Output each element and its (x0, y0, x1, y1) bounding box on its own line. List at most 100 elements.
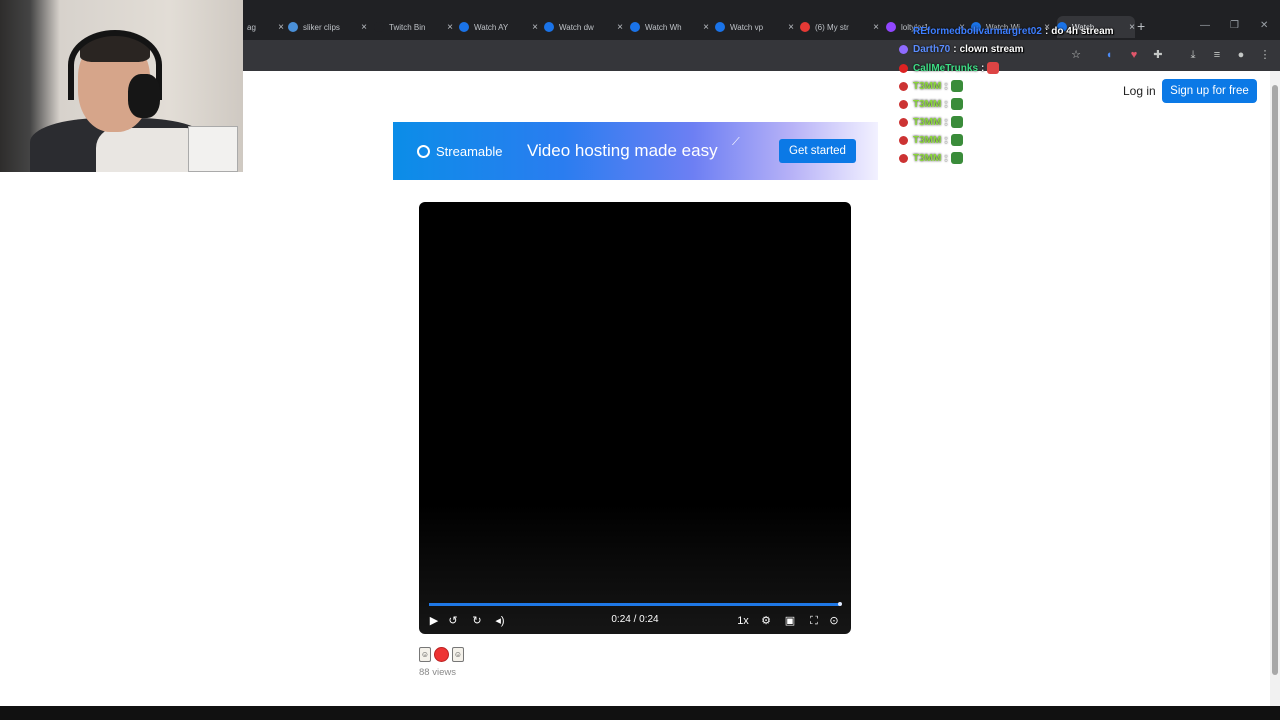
streamable-logo-icon (417, 145, 430, 158)
bookmark-star-icon[interactable]: ☆ (1069, 48, 1083, 62)
signup-button[interactable]: Sign up for free (1162, 79, 1257, 103)
browser-tab[interactable]: ag × (247, 16, 284, 38)
browser-menu-icon[interactable]: ⋮ (1258, 48, 1272, 62)
tab-close-icon[interactable]: × (1129, 22, 1135, 33)
progress-bar[interactable] (429, 603, 840, 606)
profile-avatar-icon[interactable]: ● (1234, 48, 1248, 62)
progress-bar-fill (429, 603, 840, 606)
chat-emote-icon (950, 134, 963, 146)
browser-tab[interactable]: Watch Wh × (630, 16, 709, 38)
reaction-emotes: ☺ ☺ (419, 647, 464, 662)
tab-close-icon[interactable]: × (617, 22, 623, 33)
chat-text: do 4h stream (1051, 26, 1114, 37)
tab-close-icon[interactable]: × (873, 22, 879, 33)
tab-close-icon[interactable]: × (788, 22, 794, 33)
browser-tab[interactable]: Watch dw × (544, 16, 623, 38)
chat-username: T3MM (913, 134, 942, 146)
extension-heart-icon[interactable]: ♥ (1127, 48, 1141, 62)
new-tab-button[interactable]: + (1137, 18, 1151, 34)
tab-favicon-icon (886, 22, 896, 32)
chat-message: REformedbolivarmargret02: do 4h stream (913, 26, 1114, 37)
chat-text: clown stream (959, 44, 1024, 55)
emote-icon (434, 647, 449, 662)
chat-separator: : (944, 152, 948, 164)
tab-favicon-icon (288, 22, 298, 32)
chat-badge-icon (899, 63, 908, 73)
chat-separator: : (944, 80, 948, 92)
tab-close-icon[interactable]: × (361, 22, 367, 33)
promo-banner[interactable]: Streamable Video hosting made easy ⟋ Get… (393, 122, 878, 180)
tab-favicon-icon (800, 22, 810, 32)
download-icon[interactable]: ⤓ (1186, 48, 1200, 62)
extension-audio-icon[interactable]: ◖ (1102, 48, 1116, 62)
playback-speed-button[interactable]: 1x (735, 613, 751, 629)
streamable-player-logo-icon[interactable]: ⊙ (826, 613, 842, 629)
browser-tab[interactable]: sliker clips × (288, 16, 367, 38)
tab-label: ag (247, 22, 256, 32)
tab-label: Watch vp (730, 22, 764, 32)
tab-favicon-icon (544, 22, 554, 32)
extensions-puzzle-icon[interactable]: ✚ (1151, 48, 1165, 62)
chat-username: T3MM (913, 80, 942, 92)
progress-handle[interactable] (838, 602, 842, 606)
chat-emote-icon (987, 62, 1000, 74)
settings-gear-icon[interactable]: ⚙ (758, 613, 774, 629)
headset-earcup (128, 74, 160, 118)
media-control-icon[interactable]: ≡ (1210, 48, 1224, 62)
tab-close-icon[interactable]: × (447, 22, 453, 33)
fullscreen-icon[interactable]: ⛶ (806, 613, 822, 629)
chat-emote-icon (950, 152, 963, 164)
video-player[interactable]: ▶ ↺ ↻ ◂) 0:24 / 0:24 1x ⚙ ▣ ⛶ ⊙ (419, 202, 851, 634)
chat-message: T3MM: (899, 116, 963, 128)
browser-tab[interactable]: (6) My str × (800, 16, 879, 38)
taskbar-strip (0, 706, 1280, 720)
chat-username: Darth70 (913, 44, 951, 55)
tab-favicon-icon (374, 22, 384, 32)
login-link[interactable]: Log in (1123, 84, 1156, 98)
page-scrollbar[interactable] (1270, 71, 1280, 706)
tab-label: sliker clips (303, 22, 340, 32)
emote-icon: ☺ (452, 647, 464, 662)
webcam-overlay (0, 0, 243, 172)
chat-message: Darth70: clown stream (899, 44, 1024, 55)
tab-close-icon[interactable]: × (532, 22, 538, 33)
chat-separator: : (944, 116, 948, 128)
chat-emote-icon (950, 80, 963, 92)
tab-label: Watch dw (559, 22, 594, 32)
tab-label: (6) My str (815, 22, 849, 32)
chat-separator: : (981, 62, 985, 74)
background-device (188, 126, 238, 172)
chat-separator: : (944, 98, 948, 110)
maximize-icon[interactable]: ❐ (1230, 20, 1239, 31)
chat-separator: : (1044, 26, 1049, 37)
chat-badge-icon (899, 153, 908, 163)
chat-message: T3MM: (899, 80, 963, 92)
chat-separator: : (944, 134, 948, 146)
chat-message: T3MM: (899, 98, 963, 110)
browser-tab[interactable]: Twitch Bin × (374, 16, 453, 38)
tab-close-icon[interactable]: × (278, 22, 284, 33)
tab-close-icon[interactable]: × (703, 22, 709, 33)
chat-emote-icon (950, 98, 963, 110)
chat-message: CallMeTrunks: (899, 62, 1000, 74)
emote-icon: ☺ (419, 647, 431, 662)
chat-username: T3MM (913, 116, 942, 128)
chat-username: T3MM (913, 98, 942, 110)
chat-message: T3MM: (899, 152, 963, 164)
minimize-icon[interactable]: — (1200, 20, 1210, 31)
browser-tab[interactable]: Watch AY × (459, 16, 538, 38)
scroll-thumb[interactable] (1272, 85, 1278, 675)
tab-favicon-icon (459, 22, 469, 32)
browser-tab[interactable]: Watch vp × (715, 16, 794, 38)
chat-badge-icon (899, 81, 908, 91)
tab-favicon-icon (715, 22, 725, 32)
picture-in-picture-icon[interactable]: ▣ (782, 613, 798, 629)
chat-badge-icon (899, 135, 908, 145)
sparkle-icon: ⟋ (732, 136, 740, 148)
get-started-button[interactable]: Get started (779, 139, 856, 163)
chat-badge-icon (899, 45, 908, 54)
chat-username: T3MM (913, 152, 942, 164)
banner-brand: Streamable (436, 144, 503, 159)
window-close-icon[interactable]: ✕ (1260, 20, 1268, 31)
chat-badge-icon (899, 99, 908, 109)
